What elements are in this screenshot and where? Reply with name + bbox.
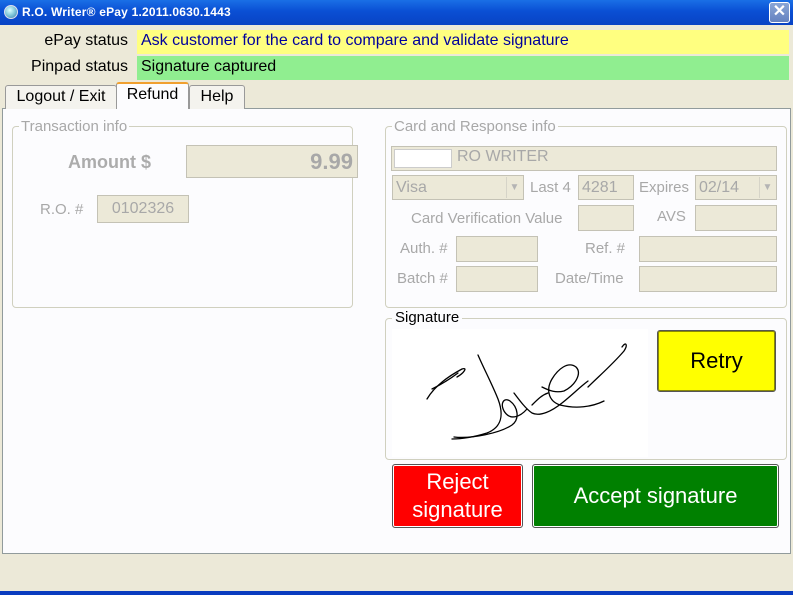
pinpad-status-label: Pinpad status [31, 58, 128, 75]
pinpad-status-value: Signature captured [137, 56, 789, 80]
ref-field [639, 236, 777, 262]
signature-legend: Signature [392, 309, 463, 326]
epay-status-label: ePay status [44, 32, 128, 49]
auth-field [456, 236, 538, 262]
ro-number-label: R.O. # [40, 201, 84, 218]
expires-select: 02/14 ▼ [695, 175, 777, 200]
auth-label: Auth. # [400, 240, 448, 257]
avs-field [695, 205, 777, 231]
last4-label: Last 4 [530, 179, 571, 196]
close-button[interactable]: ✕ [769, 2, 790, 23]
expires-value: 02/14 [699, 179, 740, 196]
card-swatch [394, 149, 452, 168]
expires-label: Expires [639, 179, 690, 196]
retry-button[interactable]: Retry [657, 330, 776, 392]
window-bottom-border [0, 591, 793, 595]
tab-logout-exit[interactable]: Logout / Exit [5, 85, 117, 109]
cvv-label: Card Verification Value [411, 210, 563, 227]
window-title: R.O. Writer® ePay 1.2011.0630.1443 [22, 5, 231, 19]
amount-field: 9.99 [186, 145, 358, 178]
card-type-select: Visa ▼ [392, 175, 524, 200]
chevron-down-icon: ▼ [759, 177, 775, 198]
reject-label-line2: signature [412, 497, 503, 522]
signature-image [426, 343, 627, 440]
chevron-down-icon: ▼ [506, 177, 522, 198]
tab-help[interactable]: Help [189, 85, 245, 109]
accept-signature-button[interactable]: Accept signature [532, 464, 779, 528]
ro-number-field: 0102326 [97, 195, 189, 223]
batch-label: Batch # [397, 270, 448, 287]
signature-pad [392, 329, 648, 457]
amount-label: Amount $ [68, 152, 151, 172]
ref-label: Ref. # [585, 240, 626, 257]
datetime-label: Date/Time [555, 270, 624, 287]
epay-status-value: Ask customer for the card to compare and… [137, 30, 789, 54]
last4-field: 4281 [578, 175, 634, 200]
card-type-value: Visa [396, 179, 427, 196]
reject-signature-button[interactable]: Reject signature [392, 464, 523, 528]
transaction-info-legend: Transaction info [21, 118, 128, 135]
avs-label: AVS [657, 208, 686, 225]
datetime-field [639, 266, 777, 292]
batch-field [456, 266, 538, 292]
cvv-field [578, 205, 634, 231]
tab-refund[interactable]: Refund [116, 82, 189, 109]
app-icon [4, 5, 18, 19]
close-icon: ✕ [772, 3, 787, 20]
card-response-legend: Card and Response info [394, 118, 556, 135]
card-holder-name: RO WRITER [457, 148, 549, 165]
reject-label-line1: Reject [426, 469, 489, 494]
